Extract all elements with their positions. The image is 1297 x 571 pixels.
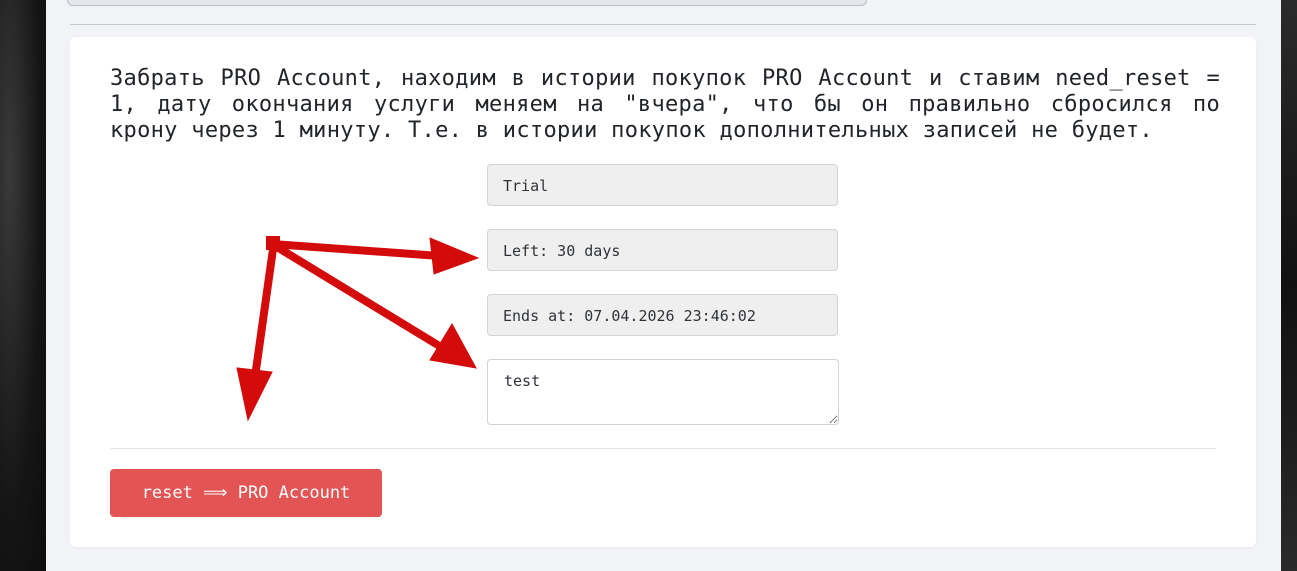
- days-left-field: Left: 30 days: [487, 229, 838, 271]
- admin-card: Забрать PRO Account, находим в истории п…: [70, 37, 1256, 547]
- background-left: [0, 0, 46, 571]
- page: Забрать PRO Account, находим в истории п…: [46, 0, 1281, 571]
- notes-textarea[interactable]: test: [487, 359, 839, 425]
- instructions-text: Забрать PRO Account, находим в истории п…: [110, 66, 1220, 143]
- ends-at-field: Ends at: 07.04.2026 23:46:02: [487, 294, 838, 336]
- plan-field: Trial: [487, 164, 838, 206]
- background-right: [1281, 0, 1297, 571]
- top-bar: [67, 0, 867, 6]
- top-divider: [70, 24, 1256, 25]
- reset-pro-account-button[interactable]: reset ⟹ PRO Account: [110, 469, 382, 517]
- card-divider: [110, 448, 1216, 449]
